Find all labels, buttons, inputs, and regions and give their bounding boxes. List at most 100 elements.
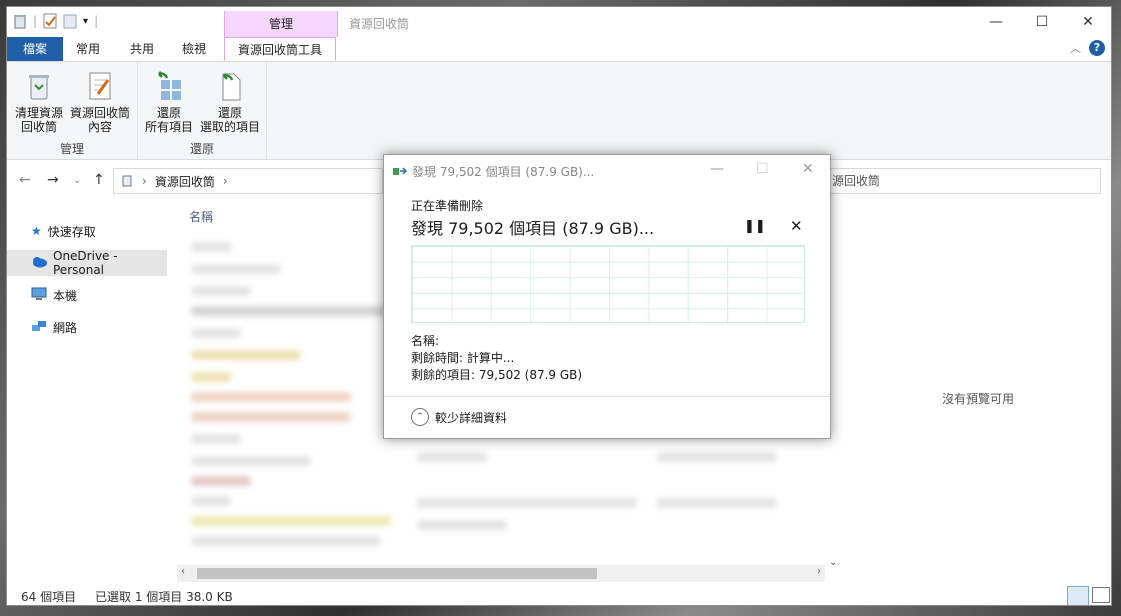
list-item[interactable]	[191, 412, 351, 422]
recycle-bin-icon	[120, 173, 134, 190]
group-label-manage: 管理	[59, 142, 84, 156]
customize-qat-chevron-icon[interactable]: ▾	[83, 16, 88, 27]
nav-item-this-pc[interactable]: 本機	[7, 282, 167, 308]
window-title: 資源回收筒	[349, 17, 410, 31]
restore-selected-button[interactable]: 還原 選取的項目	[196, 68, 264, 134]
operation-headline: 發現 79,502 個項目 (87.9 GB)...	[411, 219, 655, 238]
recycle-bin-icon	[23, 70, 55, 102]
list-item[interactable]	[191, 434, 241, 444]
maximize-button[interactable]: ☐	[1019, 7, 1065, 37]
nav-item-label: 本機	[53, 288, 78, 303]
computer-icon	[31, 287, 47, 304]
search-input[interactable]: 源回收筒	[827, 168, 1101, 194]
items-remaining: 剩餘的項目: 79,502 (87.9 GB)	[411, 368, 583, 382]
breadcrumb-recycle-bin[interactable]: 資源回收筒	[155, 173, 215, 190]
item-count: 64 個項目	[21, 590, 77, 604]
tab-share[interactable]: 共用	[119, 37, 165, 61]
list-item	[417, 498, 637, 508]
breadcrumb-chevron-icon[interactable]: ›	[223, 174, 228, 188]
list-item[interactable]	[191, 264, 281, 274]
dialog-close-button[interactable]: ✕	[802, 161, 814, 177]
operation-status: 正在準備刪除	[411, 199, 484, 213]
group-label-restore: 還原	[189, 142, 214, 156]
empty-recycle-bin-label: 清理資源 回收筒	[14, 106, 63, 134]
back-arrow-icon[interactable]: ←	[19, 172, 31, 188]
ribbon: 清理資源 回收筒 資源回收筒 內容 管理 還原 所有項目 還原 選取的項目 還原	[7, 62, 1111, 160]
properties-icon[interactable]	[43, 13, 57, 29]
list-item	[657, 452, 777, 462]
time-remaining: 剩餘時間: 計算中...	[411, 351, 515, 365]
scroll-right-icon[interactable]: ›	[817, 566, 821, 577]
dialog-minimize-button[interactable]: —	[710, 161, 724, 177]
list-item[interactable]	[191, 456, 311, 466]
restore-selected-label: 還原 選取的項目	[199, 106, 260, 134]
scroll-left-icon[interactable]: ‹	[181, 566, 185, 577]
network-icon	[31, 319, 47, 336]
tab-recycle-bin-tools[interactable]: 資源回收筒工具	[224, 37, 336, 61]
horizontal-scroll-thumb[interactable]	[197, 568, 597, 579]
context-tab-header: 管理	[224, 11, 338, 37]
list-item[interactable]	[191, 286, 251, 296]
restore-all-button[interactable]: 還原 所有項目	[142, 68, 196, 134]
list-item[interactable]	[191, 476, 251, 486]
recycle-bin-icon	[13, 13, 27, 29]
help-icon[interactable]: ?	[1089, 40, 1105, 56]
dialog-title: 發現 79,502 個項目 (87.9 GB)...	[412, 165, 595, 179]
cloud-icon	[31, 256, 47, 271]
close-icon[interactable]: ✕	[790, 217, 803, 235]
ribbon-controls: ︿ ?	[1070, 40, 1105, 56]
list-item[interactable]	[191, 242, 231, 252]
nav-item-label: 網路	[53, 320, 78, 335]
tab-file[interactable]: 檔案	[7, 37, 63, 61]
chevron-up-icon: ⌃	[411, 408, 429, 426]
star-icon: ★	[31, 224, 42, 238]
scroll-down-icon[interactable]: ⌄	[829, 557, 837, 568]
forward-arrow-icon[interactable]: →	[47, 172, 59, 188]
fewer-details-button[interactable]: ⌃ 較少詳細資料	[411, 408, 507, 426]
recent-locations-chevron-icon[interactable]: ⌄	[73, 175, 81, 186]
list-item	[417, 452, 487, 462]
status-bar: 64 個項目 已選取 1 個項目 38.0 KB	[7, 583, 1111, 605]
large-icons-view-icon[interactable]	[1092, 587, 1110, 603]
horizontal-scrollbar[interactable]: ‹ ›	[177, 565, 825, 582]
title-bar: | ▾ | 管理 資源回收筒 — ☐ ✕	[7, 7, 1111, 37]
window-controls: — ☐ ✕	[973, 7, 1111, 37]
current-name-label: 名稱:	[411, 334, 440, 348]
new-folder-icon[interactable]	[63, 13, 77, 29]
nav-item-label: 快速存取	[47, 224, 96, 239]
list-item[interactable]	[191, 372, 231, 382]
list-item[interactable]	[191, 328, 241, 338]
tab-view[interactable]: 檢視	[171, 37, 217, 61]
details-view-icon[interactable]	[1067, 586, 1089, 605]
column-header-name[interactable]: 名稱	[189, 208, 213, 225]
up-arrow-icon[interactable]: ↑	[93, 172, 105, 188]
nav-item-quick-access[interactable]: ★ 快速存取	[7, 218, 167, 244]
restore-selected-icon	[214, 70, 246, 102]
recycle-bin-properties-label: 資源回收筒 內容	[69, 106, 130, 134]
list-item	[417, 520, 507, 530]
list-item[interactable]	[191, 496, 231, 506]
tab-home[interactable]: 常用	[65, 37, 111, 61]
list-item[interactable]	[191, 306, 391, 316]
breadcrumb-chevron-icon[interactable]: ›	[142, 174, 147, 188]
collapse-ribbon-icon[interactable]: ︿	[1070, 40, 1081, 56]
list-item[interactable]	[191, 392, 351, 402]
close-button[interactable]: ✕	[1065, 7, 1111, 37]
pause-icon[interactable]: ❚❚	[744, 219, 766, 234]
ribbon-group-restore: 還原 所有項目 還原 選取的項目 還原	[138, 62, 267, 159]
address-bar[interactable]: › 資源回收筒 ›	[113, 168, 383, 194]
minimize-button[interactable]: —	[973, 7, 1019, 37]
nav-item-label: OneDrive - Personal	[53, 249, 118, 277]
separator: |	[94, 14, 99, 28]
file-operation-icon	[393, 165, 408, 180]
preview-pane-message: 沒有預覽可用	[942, 392, 1015, 406]
empty-recycle-bin-button[interactable]: 清理資源 回收筒	[11, 68, 67, 134]
list-item[interactable]	[191, 536, 381, 546]
list-item[interactable]	[191, 516, 391, 526]
nav-item-network[interactable]: 網路	[7, 314, 167, 340]
properties-icon	[84, 70, 116, 102]
list-item[interactable]	[191, 350, 301, 360]
divider	[384, 396, 830, 397]
recycle-bin-properties-button[interactable]: 資源回收筒 內容	[67, 68, 133, 134]
nav-item-onedrive[interactable]: OneDrive - Personal	[7, 249, 167, 277]
